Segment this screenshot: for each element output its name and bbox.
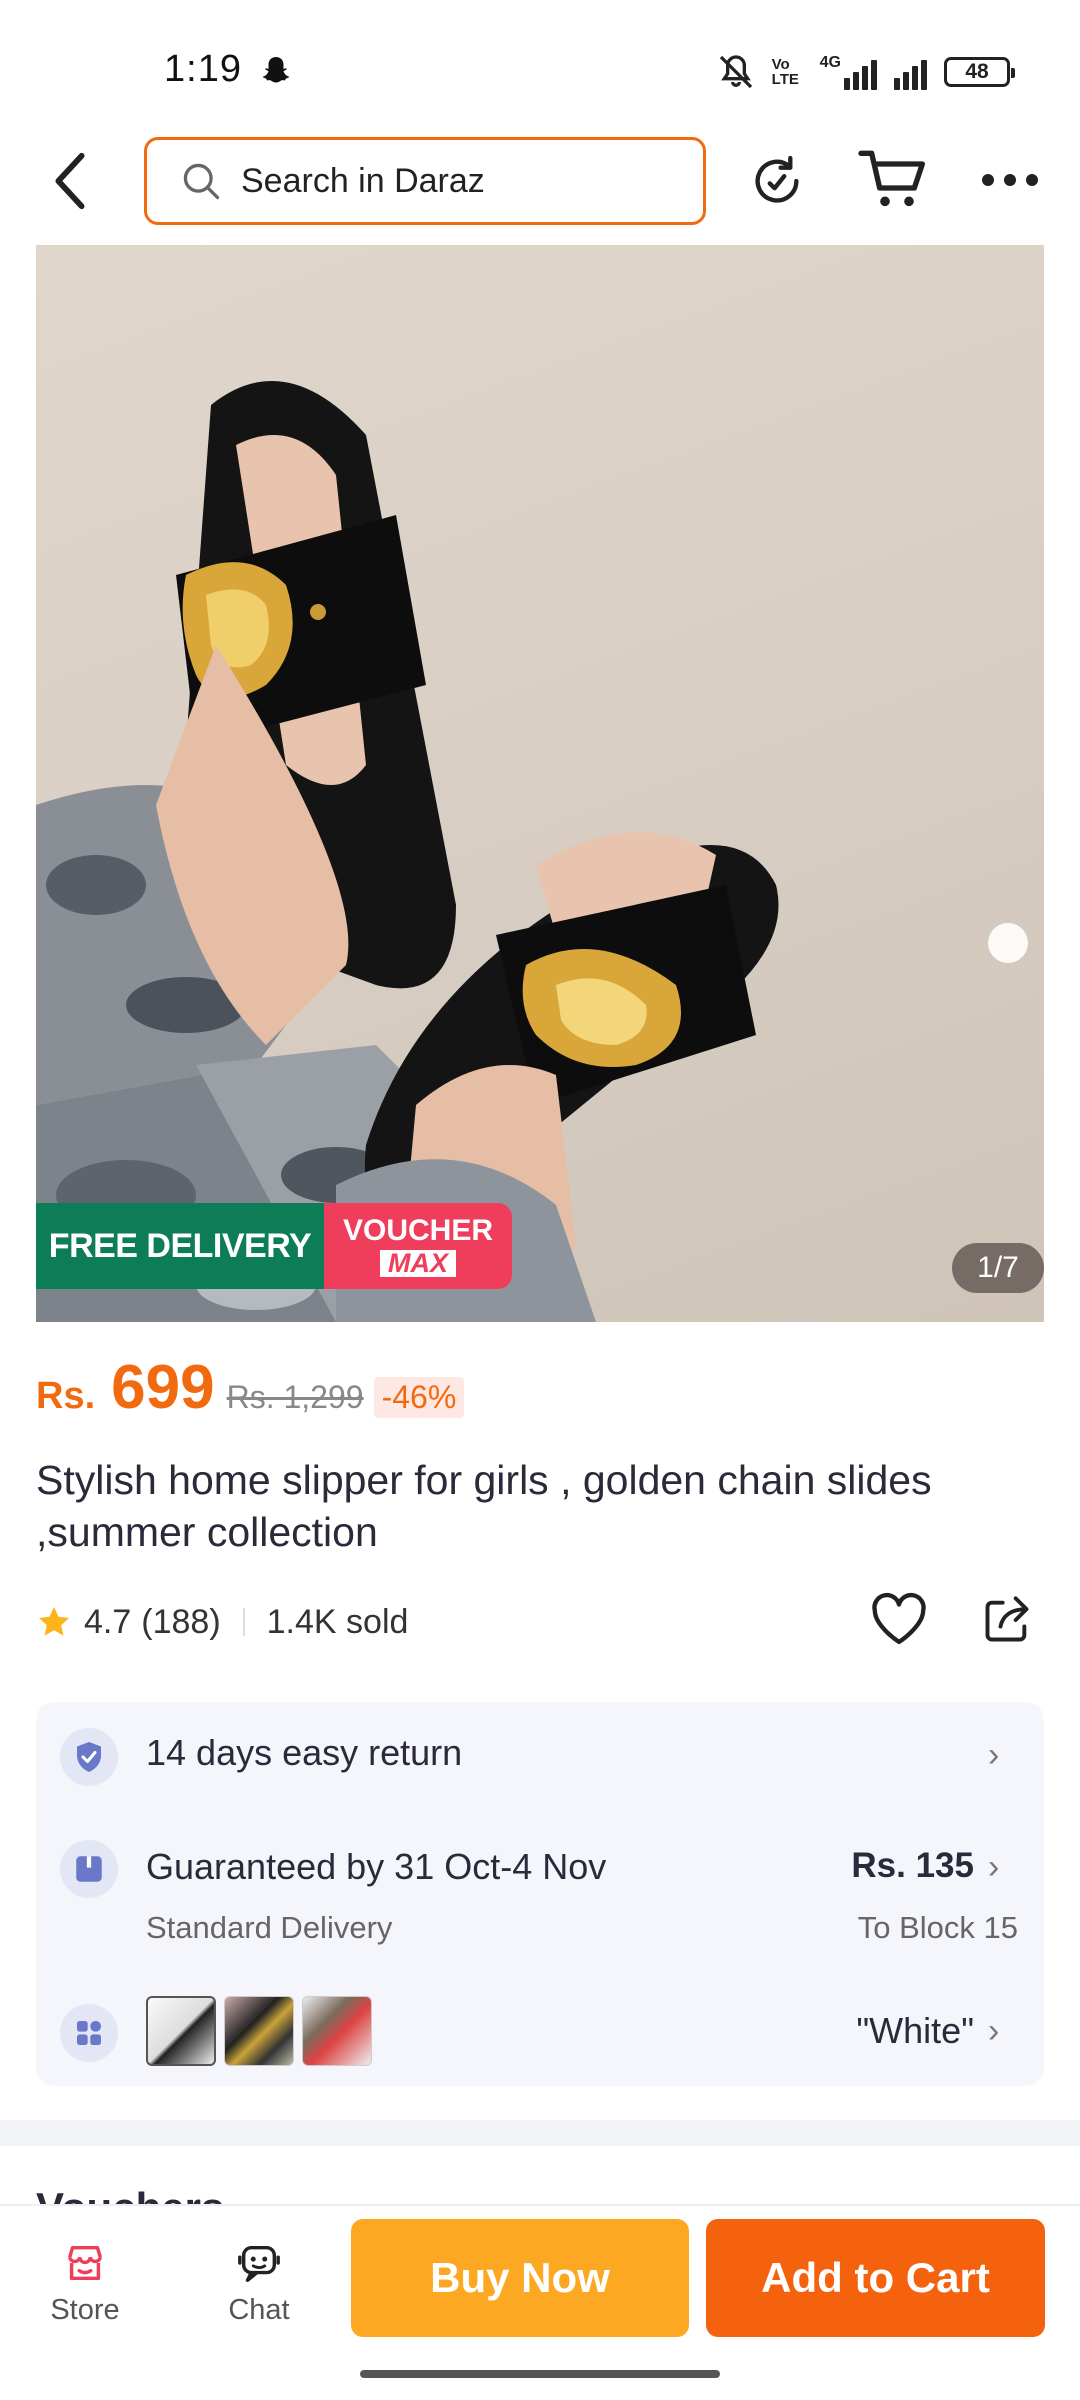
status-time: 1:19 (164, 48, 242, 90)
chevron-right-icon[interactable]: › (988, 1848, 999, 1887)
rating-count: (188) (141, 1602, 221, 1641)
variants-grid-icon (60, 2004, 118, 2062)
delivery-guarantee-text[interactable]: Guaranteed by 31 Oct-4 Nov (146, 1846, 606, 1888)
delivery-fee: Rs. 135 (851, 1846, 974, 1885)
shield-check-icon (60, 1728, 118, 1786)
rating-row[interactable]: 4.7 (188) 1.4K sold (36, 1594, 408, 1650)
buy-now-button[interactable]: Buy Now (351, 2219, 689, 2337)
search-input[interactable]: Search in Daraz (144, 137, 706, 225)
delivery-destination: To Block 15 (857, 1910, 1018, 1945)
delivery-type: Standard Delivery (146, 1910, 393, 1945)
store-icon (67, 2245, 103, 2281)
section-divider (0, 2120, 1080, 2146)
variant-thumbnail-black[interactable] (224, 1996, 294, 2066)
variant-thumbnail-white[interactable] (146, 1996, 216, 2066)
rating-value: 4.7 (84, 1602, 132, 1641)
chat-button[interactable]: Chat (204, 2240, 314, 2327)
chat-label: Chat (228, 2294, 290, 2326)
cart-icon[interactable] (858, 148, 928, 212)
product-photo (36, 381, 1028, 1322)
image-counter: 1/7 (952, 1243, 1044, 1293)
voucher-badge-line2: MAX (380, 1249, 456, 1277)
network-type: 4G (819, 54, 841, 71)
signal-icon: 4G (820, 54, 880, 90)
chevron-right-icon[interactable]: › (988, 1736, 999, 1775)
product-title: Stylish home slipper for girls , golden … (36, 1457, 932, 1555)
free-delivery-badge: FREE DELIVERY (36, 1203, 324, 1289)
price-row: Rs. 699 Rs. 1,299 -46% (36, 1352, 465, 1422)
search-icon (183, 163, 220, 200)
home-indicator[interactable] (360, 2370, 720, 2378)
divider (242, 1608, 245, 1636)
heart-icon[interactable] (870, 1592, 928, 1646)
original-price: Rs. 1,299 (226, 1379, 364, 1415)
mute-icon (719, 55, 752, 89)
chevron-right-icon[interactable]: › (988, 2012, 999, 2051)
volte-icon: Vo LTE (771, 56, 799, 88)
battery-icon: 48 (944, 57, 1015, 87)
store-label: Store (50, 2294, 120, 2326)
back-icon[interactable] (50, 150, 90, 212)
chat-icon (238, 2245, 280, 2282)
snapchat-icon (262, 57, 290, 83)
status-icons: Vo LTE 4G 48 (714, 50, 1015, 94)
more-icon[interactable] (978, 160, 1042, 200)
search-placeholder: Search in Daraz (241, 161, 485, 200)
reload-icon[interactable] (748, 152, 806, 210)
share-icon[interactable] (980, 1594, 1034, 1646)
store-button[interactable]: Store (30, 2240, 140, 2327)
delivery-box-icon (60, 1840, 118, 1898)
variant-thumbnail[interactable] (302, 1996, 372, 2066)
product-image[interactable] (36, 245, 1044, 1322)
return-policy-text[interactable]: 14 days easy return (146, 1732, 462, 1774)
star-icon (39, 1607, 69, 1636)
discount-badge: -46% (373, 1377, 465, 1418)
signal-icon (894, 54, 930, 90)
add-to-cart-button[interactable]: Add to Cart (706, 2219, 1045, 2337)
price-value: 699 (111, 1353, 215, 1422)
voucher-max-badge: VOUCHER MAX (324, 1203, 512, 1289)
voucher-badge-line1: VOUCHER (342, 1213, 493, 1247)
price-currency: Rs. (36, 1375, 96, 1417)
selected-variant[interactable]: "White" (856, 2010, 974, 2052)
sold-count: 1.4K sold (266, 1602, 409, 1641)
